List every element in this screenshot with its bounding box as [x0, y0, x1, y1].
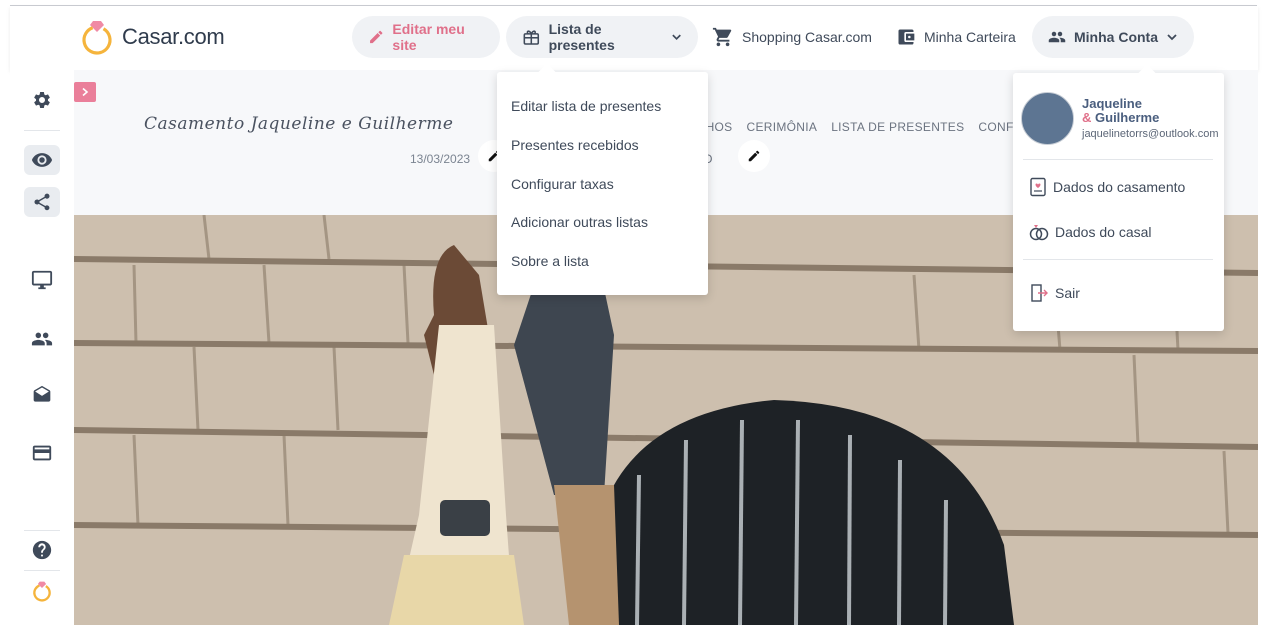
edit-site-button[interactable]: Editar meu site [352, 16, 500, 58]
menu-item-couple-data[interactable]: Dados do casal [1029, 222, 1152, 242]
shopping-label: Shopping Casar.com [742, 29, 872, 45]
wedding-data-label: Dados do casamento [1053, 179, 1186, 195]
casar-home-button[interactable] [24, 576, 60, 606]
logout-icon [1031, 284, 1048, 302]
edit-site-label: Editar meu site [392, 21, 465, 53]
ring-logo-icon [33, 581, 51, 602]
brand-name: Casar.com [122, 24, 225, 49]
desktop-view-button[interactable] [24, 265, 60, 295]
ampersand: & [1082, 110, 1092, 125]
chevron-right-icon [82, 87, 89, 97]
account-dropdown: Jaqueline & Guilherme jaquelinetorrs@out… [1013, 64, 1224, 331]
shopping-link[interactable]: Shopping Casar.com [712, 16, 872, 58]
account-button[interactable]: Minha Conta [1032, 16, 1194, 58]
editor-sidebar [10, 70, 74, 625]
wallet-link[interactable]: Minha Carteira [896, 16, 1016, 58]
help-button[interactable] [24, 535, 60, 565]
preview-button[interactable] [24, 145, 60, 175]
menu-item-received-gifts[interactable]: Presentes recebidos [511, 137, 639, 153]
rings-icon [1029, 225, 1049, 241]
expand-panel-button[interactable] [74, 82, 96, 102]
account-label: Minha Conta [1074, 29, 1158, 45]
sidebar-divider [24, 570, 60, 571]
wallet-label: Minha Carteira [924, 29, 1016, 45]
menu-item-about-list[interactable]: Sobre a lista [511, 253, 589, 269]
edit-menu-button[interactable] [738, 140, 770, 172]
guests-button[interactable] [24, 324, 60, 354]
gear-icon [34, 91, 50, 108]
chevron-down-icon [1167, 34, 1177, 41]
wedding-date: 13/03/2023 [410, 152, 471, 166]
share-button[interactable] [24, 187, 60, 217]
people-icon [1048, 31, 1066, 43]
menu-item-edit-gift-list[interactable]: Editar lista de presentes [511, 98, 661, 114]
people-icon [31, 332, 53, 346]
site-menu: RINHOS CERIMÔNIA LISTA DE PRESENTES CONF… [684, 120, 1017, 134]
pencil-icon [370, 30, 383, 44]
gift-icon [523, 30, 540, 45]
brand-logo[interactable]: Casar.com [80, 18, 225, 56]
ring-logo-icon [82, 21, 112, 55]
menu-divider [1023, 159, 1213, 160]
gift-list-button[interactable]: Lista de presentes [506, 16, 698, 58]
gift-list-dropdown: Editar lista de presentes Presentes rece… [497, 63, 708, 295]
document-heart-icon [1030, 177, 1046, 197]
share-icon [34, 193, 50, 211]
help-icon [32, 540, 52, 560]
menu-item-wedding-data[interactable]: Dados do casamento [1029, 177, 1185, 197]
site-menu-item[interactable]: CONFI [978, 120, 1017, 134]
account-email: jaquelinetorrs@outlook.com [1082, 128, 1219, 140]
account-name-first: Jaqueline [1082, 96, 1142, 111]
messages-button[interactable] [24, 380, 60, 410]
sidebar-divider [24, 530, 60, 531]
monitor-icon [31, 270, 53, 290]
site-menu-item[interactable]: CERIMÔNIA [746, 120, 817, 134]
logout-label: Sair [1055, 285, 1080, 301]
account-name-second: Guilherme [1095, 110, 1160, 125]
settings-button[interactable] [24, 85, 60, 115]
site-menu-item[interactable]: LISTA DE PRESENTES [831, 120, 964, 134]
eye-icon [31, 153, 53, 167]
gift-list-label: Lista de presentes [548, 21, 615, 53]
cart-icon [712, 27, 732, 47]
menu-item-configure-fees[interactable]: Configurar taxas [511, 176, 614, 192]
wallet-icon [898, 29, 915, 45]
menu-item-add-lists[interactable]: Adicionar outras listas [511, 214, 648, 230]
mail-open-icon [33, 385, 51, 402]
couple-title[interactable]: Casamento Jaqueline e Guilherme [144, 114, 453, 134]
top-navigation-bar: Casar.com Editar meu site Lista de prese… [10, 6, 1258, 70]
payments-button[interactable] [24, 438, 60, 468]
pencil-icon [748, 150, 760, 162]
couple-data-label: Dados do casal [1055, 224, 1152, 240]
account-name-second-line: & Guilherme [1082, 111, 1159, 125]
chevron-down-icon [672, 34, 681, 41]
account-couple-name: Jaqueline & Guilherme [1082, 97, 1159, 125]
sidebar-divider [24, 130, 60, 131]
menu-divider [1023, 259, 1213, 260]
card-icon [32, 445, 52, 461]
avatar [1021, 92, 1074, 145]
menu-item-logout[interactable]: Sair [1029, 283, 1080, 303]
